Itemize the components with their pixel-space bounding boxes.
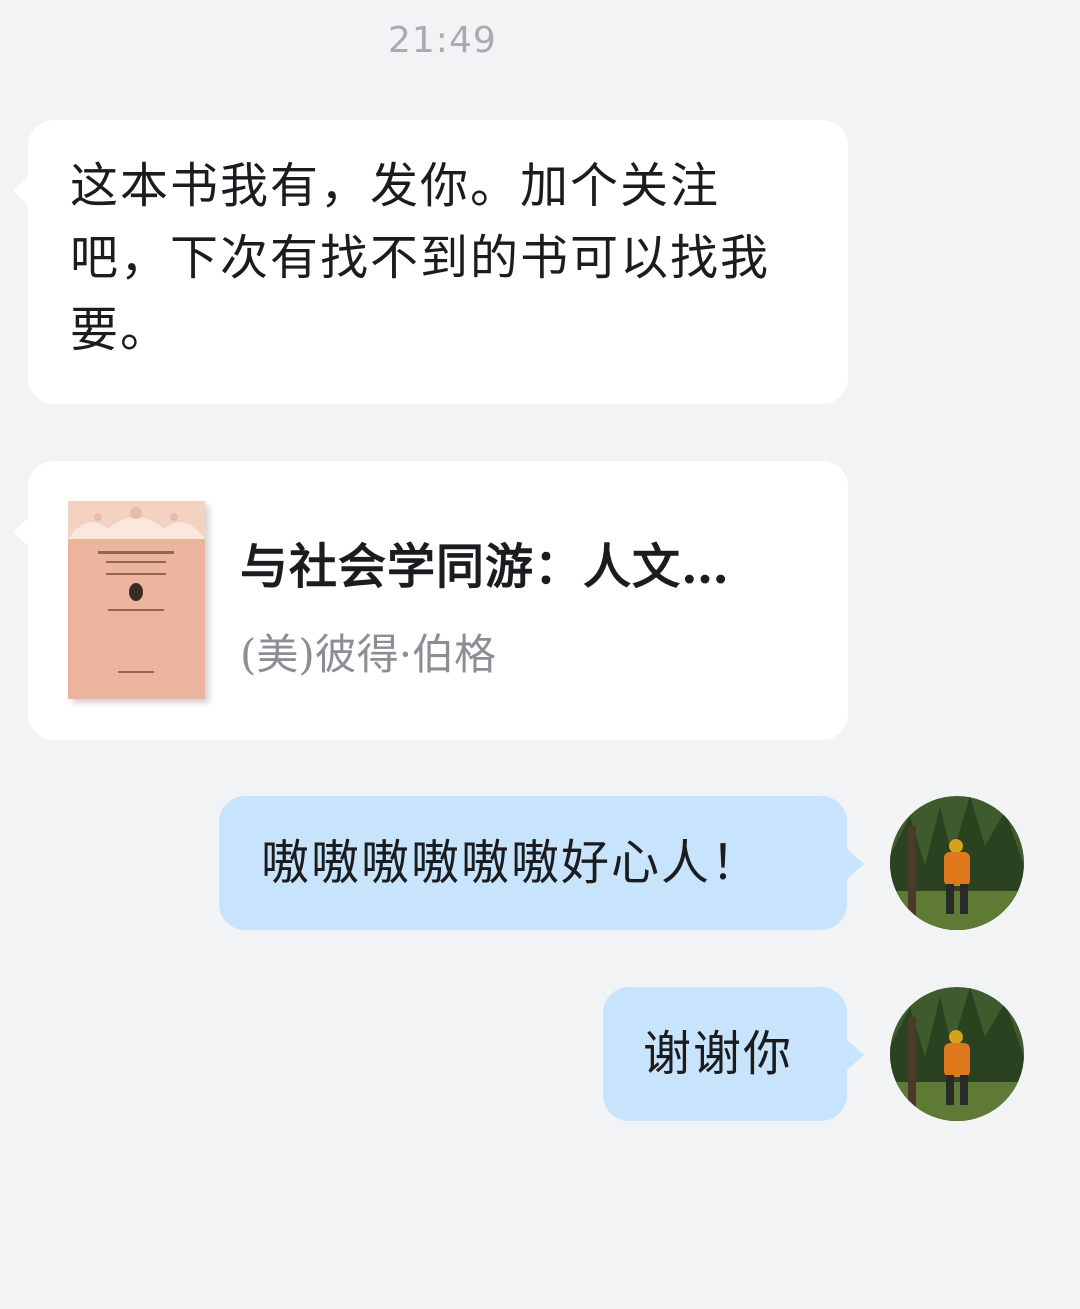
outgoing-message-bubble[interactable]: 谢谢你 <box>603 987 864 1121</box>
book-title: 与社会学同游：人文… <box>240 539 731 595</box>
book-author: (美)彼得·伯格 <box>240 630 497 679</box>
message-text: 嗷嗷嗷嗷嗷嗷好心人！ <box>261 835 762 891</box>
cover-english-line <box>106 573 166 575</box>
cover-title-line <box>98 551 174 554</box>
cover-subtitle-line <box>106 561 166 563</box>
incoming-message-bubble[interactable]: 这本书我有，发你。加个关注吧，下次有找不到的书可以找我要。 <box>13 120 848 404</box>
user-avatar[interactable] <box>890 796 1024 930</box>
outgoing-message-bubble[interactable]: 嗷嗷嗷嗷嗷嗷好心人！ <box>219 796 864 930</box>
cover-ornament-pattern <box>68 501 205 539</box>
avatar-forest-photo-icon <box>890 796 1024 930</box>
message-text: 这本书我有，发你。加个关注吧，下次有找不到的书可以找我要。 <box>70 158 771 358</box>
book-share-card[interactable]: 与社会学同游：人文… (美)彼得·伯格 <box>13 461 848 740</box>
cover-portrait <box>129 583 143 601</box>
user-avatar[interactable] <box>890 987 1024 1121</box>
message-text: 谢谢你 <box>643 1026 794 1082</box>
book-cover-image <box>68 501 205 699</box>
cover-publisher-line <box>118 671 154 673</box>
cover-author-line <box>108 609 164 611</box>
message-timestamp: 21:49 <box>388 20 497 61</box>
avatar-forest-photo-icon <box>890 987 1024 1121</box>
